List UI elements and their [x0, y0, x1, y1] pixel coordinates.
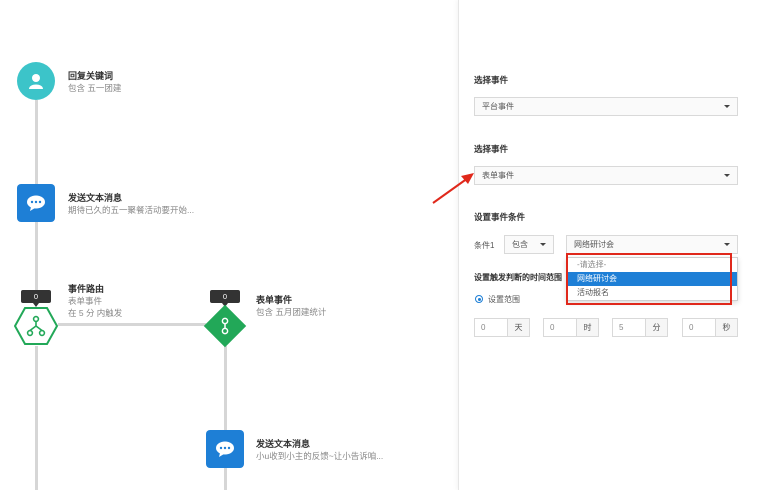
select-value: 网络研讨会: [574, 240, 614, 249]
hours-input[interactable]: 0 时: [543, 318, 599, 337]
event-route-node[interactable]: [14, 307, 58, 345]
send-text-node[interactable]: [17, 184, 55, 222]
connector-line: [35, 346, 38, 490]
connector-line: [224, 468, 227, 490]
time-value: 0: [689, 323, 694, 332]
form-event-node[interactable]: [203, 304, 247, 348]
node-desc: 包含 五月团建统计: [256, 307, 327, 317]
form-key-icon: [221, 317, 229, 335]
count-badge: 0: [21, 290, 51, 307]
node-desc: 表单事件: [68, 296, 103, 306]
time-unit: 秒: [715, 319, 737, 336]
caret-down-icon: [724, 105, 730, 108]
time-value: 5: [619, 323, 624, 332]
caret-down-icon: [724, 243, 730, 246]
chat-bubble-icon: [27, 195, 45, 211]
time-value: 0: [550, 323, 555, 332]
caret-down-icon: [540, 243, 546, 246]
form-event-select[interactable]: 表单事件: [474, 166, 738, 185]
connector-line: [58, 323, 206, 326]
condition-value-select[interactable]: 网络研讨会: [566, 235, 738, 254]
reply-keyword-node[interactable]: [17, 62, 55, 100]
send-text-node[interactable]: [206, 430, 244, 468]
user-icon: [29, 74, 43, 89]
connector-line: [224, 346, 227, 430]
node-title: 事件路由: [68, 284, 105, 294]
select-value: 平台事件: [482, 102, 514, 111]
time-value: 0: [481, 323, 486, 332]
node-desc: 小u收到小主的反馈~让小告诉咱...: [256, 451, 384, 461]
time-unit: 天: [507, 319, 529, 336]
node-title: 发送文本消息: [256, 439, 311, 449]
node-desc: 期待已久的五一聚餐活动要开始...: [68, 205, 195, 215]
select-event-label: 选择事件: [474, 144, 509, 154]
highlight-box: [566, 253, 732, 305]
flow-canvas: 回复关键词 包含 五一团建 发送文本消息 期待已久的五一聚餐活动要开始... 0…: [0, 0, 458, 490]
condition-label: 条件1: [474, 241, 495, 250]
select-event-label: 选择事件: [474, 75, 509, 85]
select-value: 包含: [512, 240, 528, 249]
platform-event-select[interactable]: 平台事件: [474, 97, 738, 116]
days-input[interactable]: 0 天: [474, 318, 530, 337]
range-radio-label: 设置范围: [488, 295, 520, 304]
connector-line: [35, 222, 38, 298]
seconds-input[interactable]: 0 秒: [682, 318, 738, 337]
range-radio[interactable]: [475, 295, 483, 303]
time-unit: 分: [645, 319, 667, 336]
node-title: 发送文本消息: [68, 193, 123, 203]
node-desc: 在 5 分 内触发: [68, 308, 123, 318]
caret-down-icon: [724, 174, 730, 177]
count-badge: 0: [210, 290, 240, 307]
condition-section-label: 设置事件条件: [474, 212, 526, 222]
trigger-time-label: 设置触发判断的时间范围: [474, 273, 562, 282]
minutes-input[interactable]: 5 分: [612, 318, 668, 337]
annotation-arrow-icon: [432, 173, 474, 204]
chat-bubble-icon: [216, 441, 234, 457]
node-title: 表单事件: [256, 295, 293, 305]
connector-line: [35, 100, 38, 184]
time-unit: 时: [576, 319, 598, 336]
operator-select[interactable]: 包含: [504, 235, 554, 254]
node-title: 回复关键词: [68, 71, 114, 81]
node-desc: 包含 五一团建: [68, 83, 122, 93]
select-value: 表单事件: [482, 171, 514, 180]
